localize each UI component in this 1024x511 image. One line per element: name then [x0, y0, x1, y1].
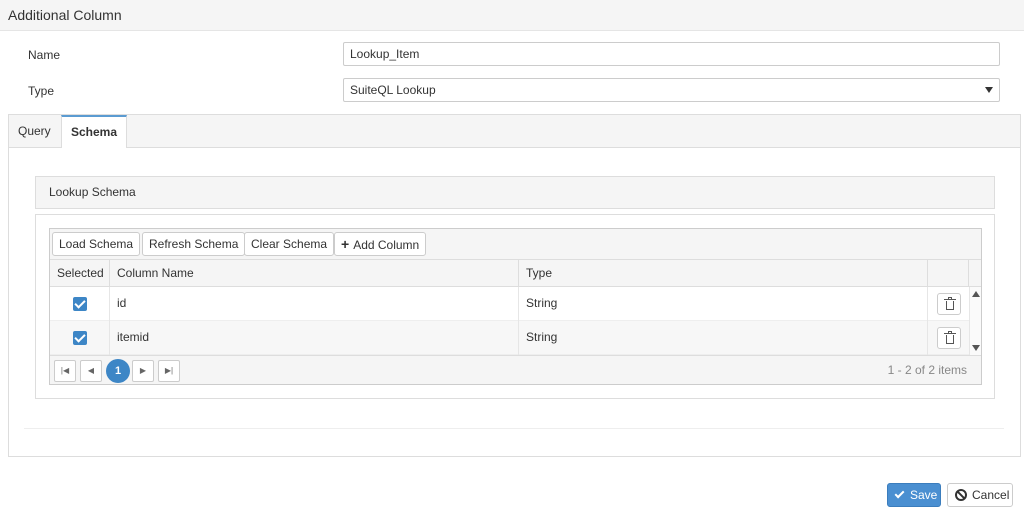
- check-icon: [894, 488, 905, 499]
- type-label: Type: [28, 84, 55, 98]
- plus-icon: +: [341, 236, 350, 252]
- selected-cell: [50, 321, 110, 355]
- type-select-value: SuiteQL Lookup: [350, 83, 436, 97]
- checkbox-checked-icon[interactable]: [73, 331, 87, 345]
- cancel-button[interactable]: Cancel: [947, 483, 1013, 507]
- panel-divider: [24, 428, 1004, 429]
- actions-cell: [928, 287, 969, 321]
- window-title: Additional Column: [0, 0, 1024, 31]
- selected-cell: [50, 287, 110, 321]
- column-header-actions: [928, 260, 969, 287]
- schema-grid: Load Schema Refresh Schema Clear Schema …: [49, 228, 982, 385]
- grid-header: Selected Column Name Type: [50, 260, 981, 287]
- type-cell: String: [519, 287, 928, 321]
- column-name-cell: itemid: [110, 321, 519, 355]
- grid-pager: |◀ ◀ 1 ▶ ▶| 1 - 2 of 2 items: [50, 355, 981, 384]
- column-header-type[interactable]: Type: [519, 260, 928, 287]
- delete-row-button[interactable]: [937, 293, 961, 315]
- save-label: Save: [910, 488, 938, 502]
- name-label: Name: [28, 48, 61, 62]
- last-page-icon[interactable]: ▶|: [158, 360, 180, 382]
- tab-query[interactable]: Query: [9, 115, 60, 148]
- tab-schema[interactable]: Schema: [61, 115, 128, 149]
- table-row: id String: [50, 287, 969, 321]
- table-row: itemid String: [50, 321, 969, 355]
- save-button[interactable]: Save: [887, 483, 941, 507]
- delete-row-button[interactable]: [937, 327, 961, 349]
- column-name-cell: id: [110, 287, 519, 321]
- refresh-schema-button[interactable]: Refresh Schema: [142, 232, 246, 256]
- actions-cell: [928, 321, 969, 355]
- column-header-selected[interactable]: Selected: [50, 260, 110, 287]
- add-column-label: Add Column: [353, 238, 420, 252]
- current-page-button[interactable]: 1: [106, 359, 130, 383]
- scroll-down-icon[interactable]: [972, 345, 980, 351]
- load-schema-button[interactable]: Load Schema: [52, 232, 141, 256]
- tab-strip: Query Schema: [8, 114, 1021, 149]
- type-select[interactable]: SuiteQL Lookup: [343, 78, 1000, 102]
- first-page-icon[interactable]: |◀: [54, 360, 76, 382]
- add-column-button[interactable]: + Add Column: [334, 232, 427, 256]
- scroll-up-icon[interactable]: [972, 291, 980, 297]
- lookup-schema-header: Lookup Schema: [35, 176, 995, 209]
- ban-icon: [955, 489, 967, 501]
- type-cell: String: [519, 321, 928, 355]
- grid-toolbar: Load Schema Refresh Schema Clear Schema …: [50, 229, 981, 260]
- chevron-down-icon: [985, 87, 993, 93]
- pager-info: 1 - 2 of 2 items: [887, 363, 967, 377]
- grid-scrollbar[interactable]: [969, 287, 981, 355]
- cancel-label: Cancel: [972, 488, 1010, 502]
- checkbox-checked-icon[interactable]: [73, 297, 87, 311]
- name-input[interactable]: Lookup_Item: [343, 42, 1000, 66]
- column-header-column-name[interactable]: Column Name: [110, 260, 519, 287]
- clear-schema-button[interactable]: Clear Schema: [244, 232, 335, 256]
- next-page-icon[interactable]: ▶: [132, 360, 154, 382]
- prev-page-icon[interactable]: ◀: [80, 360, 102, 382]
